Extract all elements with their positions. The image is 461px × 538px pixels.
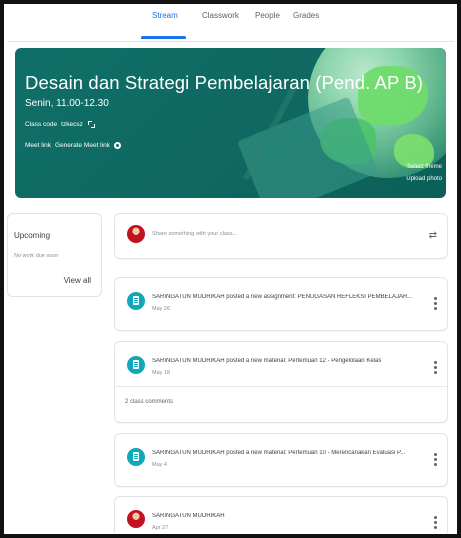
generate-meet-link[interactable]: Generate Meet link: [55, 142, 110, 149]
post-date: May 4: [152, 462, 167, 468]
top-tabs: Stream Classwork People Grades: [7, 5, 454, 42]
upcoming-card: Upcoming No work due soon View all: [7, 213, 102, 297]
avatar: [127, 225, 145, 243]
stream-post[interactable]: SARINGATUN MUDRIKAH Apr 27: [114, 496, 448, 533]
upcoming-title: Upcoming: [14, 231, 51, 240]
post-date: Apr 27: [152, 525, 169, 531]
class-code-value: tzkecsz: [61, 121, 83, 128]
stream-post[interactable]: SARINGATUN MUDRIKAH posted a new assignm…: [114, 277, 448, 331]
class-code-label: Class code: [25, 121, 58, 128]
repost-icon[interactable]: ⇄: [429, 230, 437, 241]
more-options-icon[interactable]: [434, 516, 437, 530]
upload-photo-link[interactable]: Upload photo: [406, 176, 442, 182]
active-tab-indicator: [141, 36, 186, 39]
post-author[interactable]: SARINGATUN MUDRIKAH: [152, 513, 432, 519]
tab-classwork[interactable]: Classwork: [202, 11, 239, 20]
material-icon: [127, 448, 145, 466]
fullscreen-icon[interactable]: [87, 121, 95, 128]
post-date: May 26: [152, 306, 171, 312]
upcoming-empty-text: No work due soon: [14, 253, 59, 259]
more-options-icon[interactable]: [434, 297, 437, 311]
class-title: Desain dan Strategi Pembelajaran (Pend. …: [25, 72, 424, 93]
tab-grades[interactable]: Grades: [293, 11, 319, 20]
more-options-icon[interactable]: [434, 453, 437, 467]
more-options-icon[interactable]: [434, 361, 437, 375]
class-comments-link[interactable]: 2 class comments: [125, 399, 173, 405]
globe-land-shape: [394, 134, 434, 168]
select-theme-link[interactable]: Select theme: [407, 164, 442, 170]
stream-post[interactable]: SARINGATUN MUDRIKAH posted a new materia…: [114, 341, 448, 423]
divider: [115, 386, 447, 387]
view-all-link[interactable]: View all: [64, 276, 91, 285]
avatar: [127, 510, 145, 528]
class-schedule: Senin, 11.00-12.30: [25, 98, 109, 109]
share-card[interactable]: Share something with your class... ⇄: [114, 213, 448, 259]
post-text[interactable]: SARINGATUN MUDRIKAH posted a new materia…: [152, 450, 432, 456]
tab-people[interactable]: People: [255, 11, 280, 20]
material-icon: [127, 356, 145, 374]
tab-stream[interactable]: Stream: [152, 11, 178, 20]
post-date: May 18: [152, 370, 171, 376]
meet-link-row: Meet link Generate Meet link: [25, 142, 121, 149]
meet-icon[interactable]: [113, 142, 121, 149]
meet-link-label: Meet link: [25, 142, 52, 149]
class-banner: Desain dan Strategi Pembelajaran (Pend. …: [15, 48, 446, 198]
stream-post[interactable]: SARINGATUN MUDRIKAH posted a new materia…: [114, 433, 448, 487]
classroom-app: Stream Classwork People Grades Desain da…: [7, 5, 454, 533]
class-code-row: Class code tzkecsz: [25, 121, 95, 128]
post-text[interactable]: SARINGATUN MUDRIKAH posted a new materia…: [152, 358, 432, 364]
assignment-icon: [127, 292, 145, 310]
post-text[interactable]: SARINGATUN MUDRIKAH posted a new assignm…: [152, 294, 432, 300]
share-placeholder[interactable]: Share something with your class...: [152, 231, 237, 237]
